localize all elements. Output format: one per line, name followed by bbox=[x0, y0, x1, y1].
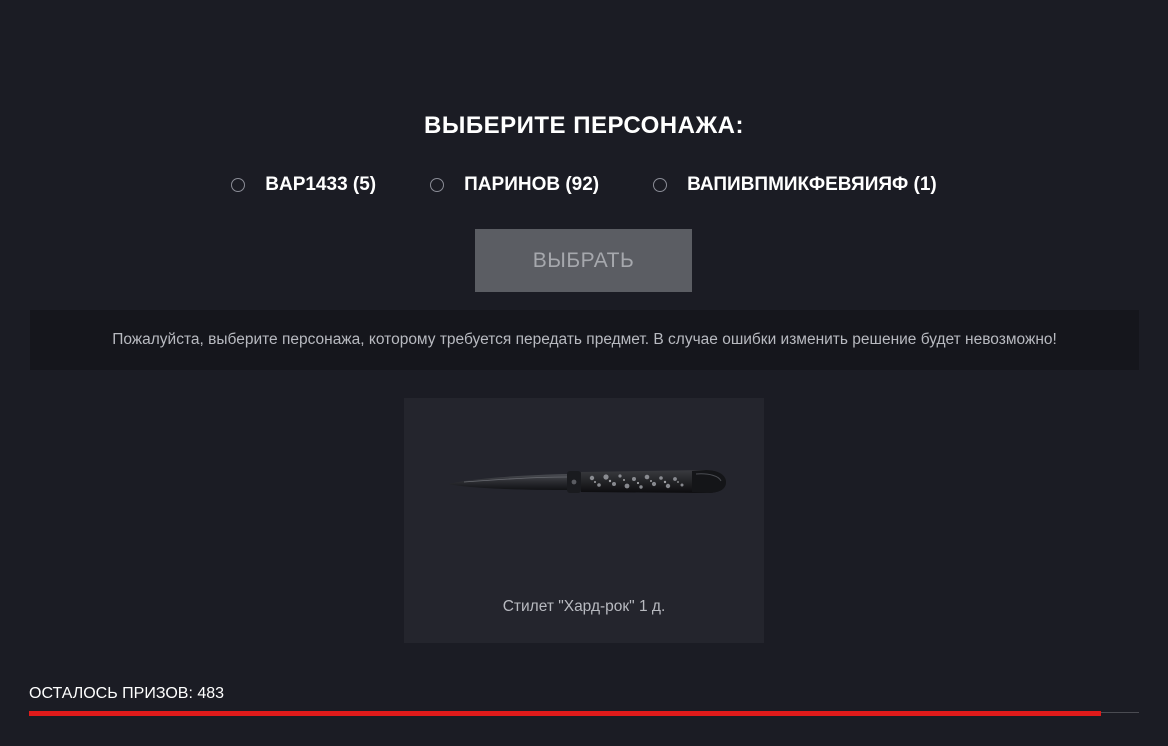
character-option-1[interactable]: BAP1433 (5) bbox=[231, 174, 376, 196]
radio-button[interactable] bbox=[231, 178, 246, 192]
radio-button[interactable] bbox=[430, 178, 445, 192]
radio-button[interactable] bbox=[653, 178, 668, 192]
select-button[interactable]: ВЫБРАТЬ bbox=[475, 229, 692, 292]
notice-text: Пожалуйста, выберите персонажа, которому… bbox=[112, 331, 1057, 348]
character-option-2[interactable]: ПАРИНОВ (92) bbox=[430, 174, 599, 196]
character-label: ВАПИВПМИКФЕВЯИЯФ (1) bbox=[687, 174, 937, 195]
progress-fill bbox=[29, 711, 1101, 716]
page-title: ВЫБЕРИТЕ ПЕРСОНАЖА: bbox=[424, 112, 744, 139]
stiletto-knife-icon bbox=[448, 470, 726, 493]
character-label: ПАРИНОВ (92) bbox=[464, 174, 600, 195]
character-label: BAP1433 (5) bbox=[265, 174, 377, 195]
prizes-remaining-label: ОСТАЛОСЬ ПРИЗОВ: 483 bbox=[29, 685, 225, 702]
character-options: BAP1433 (5) ПАРИНОВ (92) ВАПИВПМИКФЕВЯИЯ… bbox=[0, 174, 1168, 196]
character-option-3[interactable]: ВАПИВПМИКФЕВЯИЯФ (1) bbox=[653, 174, 937, 196]
notice-box: Пожалуйста, выберите персонажа, которому… bbox=[30, 310, 1139, 370]
prize-card: Стилет "Хард-рок" 1 д. bbox=[404, 398, 764, 643]
prize-name: Стилет "Хард-рок" 1 д. bbox=[502, 598, 666, 615]
